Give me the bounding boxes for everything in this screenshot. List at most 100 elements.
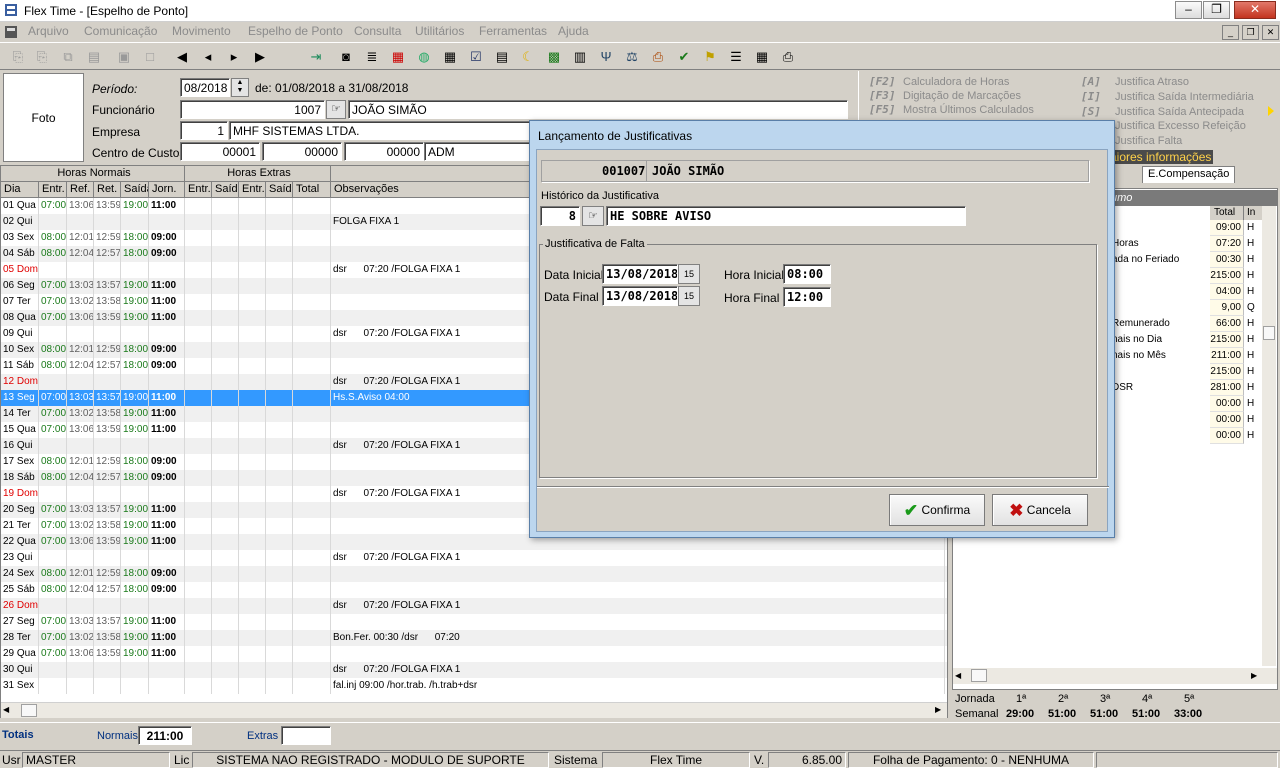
menu-espelho[interactable]: Espelho de Ponto bbox=[248, 24, 343, 38]
scroll-right-icon[interactable]: ▶ bbox=[935, 705, 941, 714]
cc3-input[interactable]: 00000 bbox=[344, 142, 424, 161]
periodo-input[interactable]: 08/2018 bbox=[180, 78, 230, 97]
hora-final-input[interactable]: 12:00 bbox=[783, 287, 831, 307]
cc1-input[interactable]: 00001 bbox=[180, 142, 260, 161]
table-row[interactable]: 31 Sex fal.inj 09:00 /hor.trab. /h.trab+d… bbox=[1, 678, 947, 694]
maiores-informacoes-link[interactable]: aiores informações bbox=[1108, 150, 1214, 164]
table-row[interactable]: 23 Qui dsr 07:20 /FOLGA FIXA 1 bbox=[1, 550, 947, 566]
checkmarks-icon[interactable]: ✔ bbox=[676, 49, 692, 65]
shortcut-f5[interactable]: [F5] Mostra Últimos Calculados bbox=[869, 103, 1034, 116]
data-final-calendar-icon[interactable]: 15 bbox=[678, 286, 700, 306]
exit-icon[interactable]: ⇥ bbox=[308, 49, 324, 65]
grid-horizontal-scrollbar[interactable]: ◀ ▶ bbox=[1, 702, 947, 718]
calculator-icon[interactable]: ▦ bbox=[754, 49, 770, 65]
cancela-button[interactable]: ✖ Cancela bbox=[992, 494, 1088, 526]
shortcut-i[interactable]: [I] Justifica Saída Intermediária bbox=[1081, 90, 1254, 103]
shortcut-a[interactable]: [A] Justifica Atraso bbox=[1081, 75, 1189, 88]
mdi-minimize-button[interactable]: _ bbox=[1222, 25, 1239, 40]
summary-hscroll-thumb[interactable] bbox=[971, 669, 987, 682]
document-icon[interactable]: ⎙ bbox=[650, 49, 666, 65]
scroll-left-icon[interactable]: ◀ bbox=[3, 705, 9, 714]
employee-icon[interactable]: ◙ bbox=[338, 49, 354, 65]
calculator-icon[interactable]: ▦ bbox=[390, 49, 406, 65]
summary-scroll-left-icon[interactable]: ◀ bbox=[955, 671, 961, 680]
moon-icon[interactable]: ☾ bbox=[520, 49, 536, 65]
confirma-button[interactable]: ✔ Confirma bbox=[889, 494, 985, 526]
close-button[interactable]: ✕ bbox=[1234, 1, 1276, 19]
menu-consulta[interactable]: Consulta bbox=[354, 24, 401, 38]
menu-ferramentas[interactable]: Ferramentas bbox=[479, 24, 547, 38]
scale-icon[interactable]: Ψ bbox=[598, 49, 614, 65]
summary-scroll-right-icon[interactable]: ▶ bbox=[1251, 671, 1257, 680]
historico-lookup-icon[interactable]: ☞ bbox=[582, 206, 604, 226]
list-icon[interactable]: ☰ bbox=[728, 49, 744, 65]
globe-icon[interactable]: ◍ bbox=[416, 49, 432, 65]
historico-code-input[interactable]: 8 bbox=[540, 206, 580, 226]
table-row[interactable]: 29 Qua 07:00 13:06 13:59 19:00 11:00 bbox=[1, 646, 947, 662]
scroll-thumb[interactable] bbox=[21, 704, 37, 717]
fork-icon[interactable]: ⚑ bbox=[702, 49, 718, 65]
grid-icon[interactable]: ▦ bbox=[442, 49, 458, 65]
column-header[interactable]: Total bbox=[293, 182, 331, 198]
column-header[interactable]: Ret. bbox=[94, 182, 121, 198]
maximize-button[interactable]: ❐ bbox=[1203, 1, 1230, 19]
column-header[interactable]: Saída bbox=[266, 182, 293, 198]
balance-icon[interactable]: ⚖ bbox=[624, 49, 640, 65]
menu-movimento[interactable]: Movimento bbox=[172, 24, 231, 38]
app-menu-icon[interactable] bbox=[3, 24, 19, 40]
table-icon[interactable]: ▥ bbox=[572, 49, 588, 65]
column-header[interactable]: Entr. bbox=[39, 182, 67, 198]
printer-icon[interactable]: ⎙ bbox=[780, 49, 796, 65]
check-icon[interactable]: ☑ bbox=[468, 49, 484, 65]
minimize-button[interactable]: – bbox=[1175, 1, 1202, 19]
periodo-spinner[interactable]: ▲ ▼ bbox=[231, 78, 249, 97]
excel-icon[interactable]: ▩ bbox=[546, 49, 562, 65]
next-icon[interactable]: ▸ bbox=[226, 49, 242, 65]
column-header[interactable]: Saída bbox=[212, 182, 239, 198]
column-header[interactable]: Entr. bbox=[185, 182, 212, 198]
table-row[interactable]: 24 Sex 08:00 12:01 12:59 18:00 09:00 bbox=[1, 566, 947, 582]
summary-horizontal-scrollbar[interactable]: ◀ ▶ bbox=[953, 668, 1277, 684]
menu-utilitarios[interactable]: Utilitários bbox=[415, 24, 464, 38]
summary-vertical-scrollbar[interactable] bbox=[1262, 206, 1276, 666]
data-inicial-input[interactable]: 13/08/2018 bbox=[602, 264, 678, 284]
menu-ajuda[interactable]: Ajuda bbox=[558, 24, 589, 38]
prev-icon[interactable]: ◂ bbox=[200, 49, 216, 65]
blank-icon[interactable]: □ bbox=[142, 49, 158, 65]
menu-arquivo[interactable]: Arquivo bbox=[28, 24, 69, 38]
cc2-input[interactable]: 00000 bbox=[262, 142, 342, 161]
save-icon[interactable]: ▣ bbox=[116, 49, 132, 65]
hora-inicial-input[interactable]: 08:00 bbox=[783, 264, 831, 284]
empresa-code-input[interactable]: 1 bbox=[180, 121, 228, 140]
tab-compensacao[interactable]: E.Compensação bbox=[1142, 166, 1236, 183]
data-inicial-calendar-icon[interactable]: 15 bbox=[678, 264, 700, 284]
mdi-close-button[interactable]: ✕ bbox=[1262, 25, 1279, 40]
first-icon[interactable]: ◀ bbox=[174, 49, 190, 65]
table-row[interactable]: 27 Seg 07:00 13:03 13:57 19:00 11:00 bbox=[1, 614, 947, 630]
new-icon[interactable]: ⎘ bbox=[10, 49, 26, 65]
copy-icon[interactable]: ⎘ bbox=[34, 49, 50, 65]
print-preview-icon[interactable]: ▤ bbox=[86, 49, 102, 65]
funcionario-lookup-icon[interactable]: ☞ bbox=[326, 100, 346, 119]
menu-comunicacao[interactable]: Comunicação bbox=[84, 24, 157, 38]
summary-scroll-thumb[interactable] bbox=[1263, 326, 1275, 340]
calendar-icon[interactable]: ▤ bbox=[494, 49, 510, 65]
table-row[interactable]: 26 Dom dsr 07:20 /FOLGA FIXA 1 bbox=[1, 598, 947, 614]
column-header[interactable]: Entr. bbox=[239, 182, 266, 198]
expand-arrow-icon[interactable] bbox=[1268, 106, 1274, 116]
shortcut-f3[interactable]: [F3] Digitação de Marcações bbox=[869, 89, 1021, 102]
table-row[interactable]: 28 Ter 07:00 13:02 13:58 19:00 11:00 Bon.Fer. … bbox=[1, 630, 947, 646]
table-row[interactable]: 30 Qui dsr 07:20 /FOLGA FIXA 1 bbox=[1, 662, 947, 678]
data-final-input[interactable]: 13/08/2018 bbox=[602, 286, 678, 306]
shortcut-s[interactable]: [S] Justifica Saída Antecipada bbox=[1081, 105, 1244, 118]
shortcut-f2[interactable]: [F2] Calculadora de Horas bbox=[869, 75, 1009, 88]
column-header[interactable]: Jorn. bbox=[149, 182, 185, 198]
column-header[interactable]: Saída bbox=[121, 182, 149, 198]
copy-icon[interactable]: ⧉ bbox=[60, 49, 76, 65]
table-row[interactable]: 25 Sáb 08:00 12:04 12:57 18:00 09:00 bbox=[1, 582, 947, 598]
column-header[interactable]: Dia bbox=[1, 182, 39, 198]
list-icon[interactable]: ≣ bbox=[364, 49, 380, 65]
column-header[interactable]: Ref. bbox=[67, 182, 94, 198]
funcionario-code-input[interactable]: 1007 bbox=[180, 100, 325, 119]
last-icon[interactable]: ▶ bbox=[252, 49, 268, 65]
